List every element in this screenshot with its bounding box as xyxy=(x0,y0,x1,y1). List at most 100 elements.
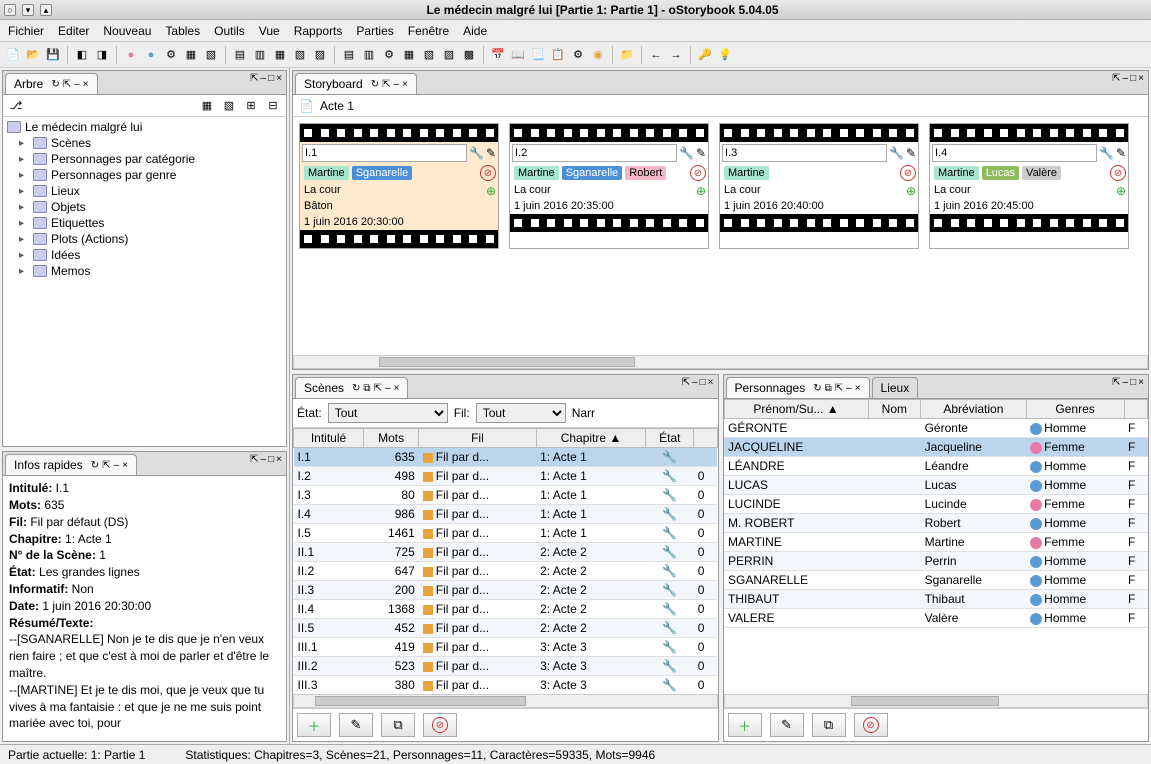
copy-button[interactable]: ⧉ xyxy=(812,713,846,737)
min-icon[interactable]: – xyxy=(692,377,698,388)
close-icon[interactable]: × xyxy=(1138,377,1144,388)
folder-icon[interactable]: 📁 xyxy=(618,46,636,64)
person-tag[interactable]: Martine xyxy=(934,166,979,180)
max-icon[interactable]: □ xyxy=(268,73,274,84)
max-icon[interactable]: □ xyxy=(1130,73,1136,84)
close-icon[interactable]: × xyxy=(122,460,128,471)
refresh-icon[interactable]: ↻ xyxy=(813,383,821,394)
add-icon[interactable]: ⊕ xyxy=(906,184,916,198)
max-icon[interactable]: □ xyxy=(700,377,706,388)
window-max-icon[interactable]: ▴ xyxy=(40,4,52,16)
min-icon[interactable]: – xyxy=(114,460,120,471)
table-row[interactable]: II.3200Fil par d...2: Acte 2🔧0 xyxy=(294,581,718,600)
tab-arbre[interactable]: Arbre ↻⇱–× xyxy=(5,73,98,94)
tab-storyboard[interactable]: Storyboard ↻⇱–× xyxy=(295,73,417,94)
refresh-icon[interactable]: ↻ xyxy=(371,79,379,90)
expander-icon[interactable]: ▸ xyxy=(19,234,29,245)
scene-id-input[interactable] xyxy=(512,144,677,162)
min-icon[interactable]: – xyxy=(261,73,267,84)
tool-icon[interactable]: ▦ xyxy=(182,46,200,64)
scenes-scroll[interactable] xyxy=(293,694,718,708)
tree-item[interactable]: ▸Plots (Actions) xyxy=(5,231,284,247)
min-icon[interactable]: – xyxy=(261,454,267,465)
tree-item[interactable]: ▸Objets xyxy=(5,199,284,215)
book-icon[interactable]: 📖 xyxy=(509,46,527,64)
pin-icon[interactable]: ⇱ xyxy=(382,79,390,90)
table-row[interactable]: PERRINPerrinHommeF xyxy=(724,552,1148,571)
add-icon[interactable]: ⊕ xyxy=(1116,184,1126,198)
expander-icon[interactable]: ▸ xyxy=(19,170,29,181)
person-icon[interactable]: ● xyxy=(122,46,140,64)
refresh-icon[interactable]: ↻ xyxy=(91,460,99,471)
menu-fenetre[interactable]: Fenêtre xyxy=(408,24,449,38)
view-icon[interactable]: ▨ xyxy=(440,46,458,64)
table-row[interactable]: MARTINEMartineFemmeF xyxy=(724,533,1148,552)
tool-icon[interactable]: ◨ xyxy=(93,46,111,64)
min-icon[interactable]: – xyxy=(74,79,80,90)
menu-nouveau[interactable]: Nouveau xyxy=(103,24,151,38)
tree-mode-icon[interactable]: ⎇ xyxy=(7,97,25,115)
person-icon[interactable]: ● xyxy=(142,46,160,64)
tree-view-icon[interactable]: ▧ xyxy=(220,97,238,115)
delete-button[interactable]: ⊘ xyxy=(854,713,888,737)
table-row[interactable]: II.5452Fil par d...2: Acte 2🔧0 xyxy=(294,619,718,638)
tree-item[interactable]: ▸Memos xyxy=(5,263,284,279)
person-tag[interactable]: Martine xyxy=(724,166,769,180)
person-tag[interactable]: Martine xyxy=(514,166,559,180)
min-icon[interactable]: – xyxy=(385,383,391,394)
tree-item[interactable]: ▸Etiquettes xyxy=(5,215,284,231)
tree-item[interactable]: ▸Lieux xyxy=(5,183,284,199)
menu-vue[interactable]: Vue xyxy=(259,24,280,38)
gear-icon[interactable]: ⚙ xyxy=(569,46,587,64)
tree-item[interactable]: ▸Idées xyxy=(5,247,284,263)
window-menu-icon[interactable]: ○ xyxy=(4,4,16,16)
save-icon[interactable]: 💾 xyxy=(44,46,62,64)
tree-item[interactable]: ▸Personnages par genre xyxy=(5,167,284,183)
table-row[interactable]: II.1725Fil par d...2: Acte 2🔧0 xyxy=(294,543,718,562)
grid-icon[interactable]: ▦ xyxy=(271,46,289,64)
scene-card[interactable]: 🔧✎Martine⊘La cour⊕1 juin 2016 20:40:00 xyxy=(719,123,919,249)
scene-card[interactable]: 🔧✎MartineLucasValère⊘La cour⊕1 juin 2016… xyxy=(929,123,1129,249)
view-icon[interactable]: ▩ xyxy=(460,46,478,64)
table-row[interactable]: I.1635Fil par d...1: Acte 1🔧 xyxy=(294,448,718,467)
ext-icon[interactable]: ⧉ xyxy=(825,383,832,394)
tab-scenes[interactable]: Scènes ↻⧉⇱–× xyxy=(295,377,408,398)
table-row[interactable]: LUCINDELucindeFemmeF xyxy=(724,495,1148,514)
min-icon[interactable]: – xyxy=(1123,73,1129,84)
window-min-icon[interactable]: ▾ xyxy=(22,4,34,16)
tab-infos[interactable]: Infos rapides ↻⇱–× xyxy=(5,454,137,475)
persons-scroll[interactable] xyxy=(724,694,1149,708)
menu-tables[interactable]: Tables xyxy=(165,24,200,38)
add-button[interactable]: ＋ xyxy=(728,713,762,737)
close-icon[interactable]: × xyxy=(708,377,714,388)
max-icon[interactable]: □ xyxy=(268,454,274,465)
grid-icon[interactable]: ▥ xyxy=(251,46,269,64)
table-row[interactable]: THIBAUTThibautHommeF xyxy=(724,590,1148,609)
add-button[interactable]: ＋ xyxy=(297,713,331,737)
view-icon[interactable]: ▥ xyxy=(360,46,378,64)
min-icon[interactable]: – xyxy=(1123,377,1129,388)
menu-fichier[interactable]: Fichier xyxy=(8,24,44,38)
view-icon[interactable]: ▦ xyxy=(400,46,418,64)
expander-icon[interactable]: ▸ xyxy=(19,138,29,149)
view-icon[interactable]: ⚙ xyxy=(380,46,398,64)
pin-icon[interactable]: ⇱ xyxy=(1112,377,1120,388)
noaction-icon[interactable]: ⊘ xyxy=(480,165,496,181)
table-row[interactable]: SGANARELLESganarelleHommeF xyxy=(724,571,1148,590)
table-row[interactable]: M. ROBERTRobertHommeF xyxy=(724,514,1148,533)
pin-icon[interactable]: ⇱ xyxy=(682,377,690,388)
person-tag[interactable]: Martine xyxy=(304,166,349,180)
cal-icon[interactable]: 📅 xyxy=(489,46,507,64)
arrow-left-icon[interactable]: ← xyxy=(647,46,665,64)
table-row[interactable]: VALEREValèreHommeF xyxy=(724,609,1148,628)
refresh-icon[interactable]: ↻ xyxy=(352,383,360,394)
table-row[interactable]: LUCASLucasHommeF xyxy=(724,476,1148,495)
expander-icon[interactable]: ▸ xyxy=(19,218,29,229)
tab-lieux[interactable]: Lieux xyxy=(872,377,919,398)
table-row[interactable]: I.4986Fil par d...1: Acte 1🔧0 xyxy=(294,505,718,524)
scene-id-input[interactable] xyxy=(932,144,1097,162)
fil-select[interactable]: Tout xyxy=(476,403,566,423)
close-icon[interactable]: × xyxy=(394,383,400,394)
view-icon[interactable]: ▤ xyxy=(340,46,358,64)
add-icon[interactable]: ⊕ xyxy=(696,184,706,198)
